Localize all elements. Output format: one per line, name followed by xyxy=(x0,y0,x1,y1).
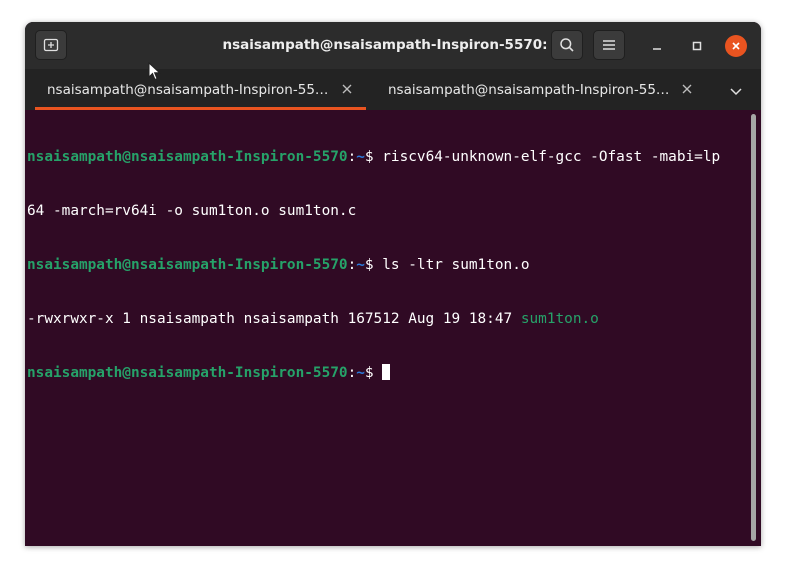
terminal-line: nsaisampath@nsaisampath-Inspiron-5570:~$ xyxy=(27,364,747,382)
close-icon[interactable] xyxy=(681,83,693,95)
close-icon[interactable] xyxy=(341,83,353,95)
terminal-window: nsaisampath@nsaisampath-Inspiron-5570: ~ xyxy=(25,22,761,546)
prompt-path: ~ xyxy=(356,257,365,273)
output-text: -rwxrwxr-x 1 nsaisampath nsaisampath 167… xyxy=(27,311,521,327)
command-text: ls -ltr sum1ton.o xyxy=(382,257,530,273)
text-cursor xyxy=(382,364,391,380)
output-filename: sum1ton.o xyxy=(520,311,599,327)
maximize-button[interactable] xyxy=(687,36,707,56)
prompt-separator: : xyxy=(347,365,357,381)
command-text: 64 -march=rv64i -o sum1ton.o sum1ton.c xyxy=(27,203,357,219)
prompt-path: ~ xyxy=(356,365,365,381)
minimize-button[interactable] xyxy=(647,36,667,56)
command-text: riscv64-unknown-elf-gcc -Ofast -mabi=lp xyxy=(382,149,721,165)
terminal-line: -rwxrwxr-x 1 nsaisampath nsaisampath 167… xyxy=(27,310,747,328)
search-icon xyxy=(560,38,574,52)
search-button[interactable] xyxy=(551,30,583,60)
tab-bar: nsaisampath@nsaisampath-Inspiron-55… nsa… xyxy=(25,69,761,110)
menu-button[interactable] xyxy=(593,30,625,60)
tab-2-label: nsaisampath@nsaisampath-Inspiron-55… xyxy=(388,82,670,98)
new-tab-icon xyxy=(43,38,59,52)
terminal-line: nsaisampath@nsaisampath-Inspiron-5570:~$… xyxy=(27,148,747,166)
hamburger-menu-icon xyxy=(603,40,615,50)
terminal-output[interactable]: nsaisampath@nsaisampath-Inspiron-5570:~$… xyxy=(27,112,747,418)
title-bar[interactable]: nsaisampath@nsaisampath-Inspiron-5570: ~ xyxy=(25,22,761,69)
chevron-down-icon xyxy=(730,88,742,96)
tab-1-label: nsaisampath@nsaisampath-Inspiron-55… xyxy=(47,82,329,98)
active-tab-indicator xyxy=(35,107,366,110)
prompt-user: nsaisampath@nsaisampath-Inspiron-5570 xyxy=(27,365,348,381)
minimize-icon xyxy=(653,48,661,50)
tab-1[interactable]: nsaisampath@nsaisampath-Inspiron-55… xyxy=(25,69,375,110)
close-icon xyxy=(732,42,740,50)
prompt-separator: : xyxy=(347,149,357,165)
prompt-sign: $ xyxy=(364,365,383,381)
maximize-icon xyxy=(692,41,702,51)
mouse-pointer-icon xyxy=(148,62,161,81)
terminal-line: nsaisampath@nsaisampath-Inspiron-5570:~$… xyxy=(27,256,747,274)
prompt-user: nsaisampath@nsaisampath-Inspiron-5570 xyxy=(27,257,348,273)
prompt-sign: $ xyxy=(364,149,383,165)
prompt-sign: $ xyxy=(364,257,383,273)
prompt-path: ~ xyxy=(356,149,365,165)
close-button[interactable] xyxy=(725,35,747,57)
scrollbar[interactable] xyxy=(751,114,756,541)
new-tab-button[interactable] xyxy=(35,30,67,60)
tab-list-button[interactable] xyxy=(729,83,743,97)
prompt-separator: : xyxy=(347,257,357,273)
prompt-user: nsaisampath@nsaisampath-Inspiron-5570 xyxy=(27,149,348,165)
terminal-line: 64 -march=rv64i -o sum1ton.o sum1ton.c xyxy=(27,202,747,220)
tab-2[interactable]: nsaisampath@nsaisampath-Inspiron-55… xyxy=(375,69,715,110)
